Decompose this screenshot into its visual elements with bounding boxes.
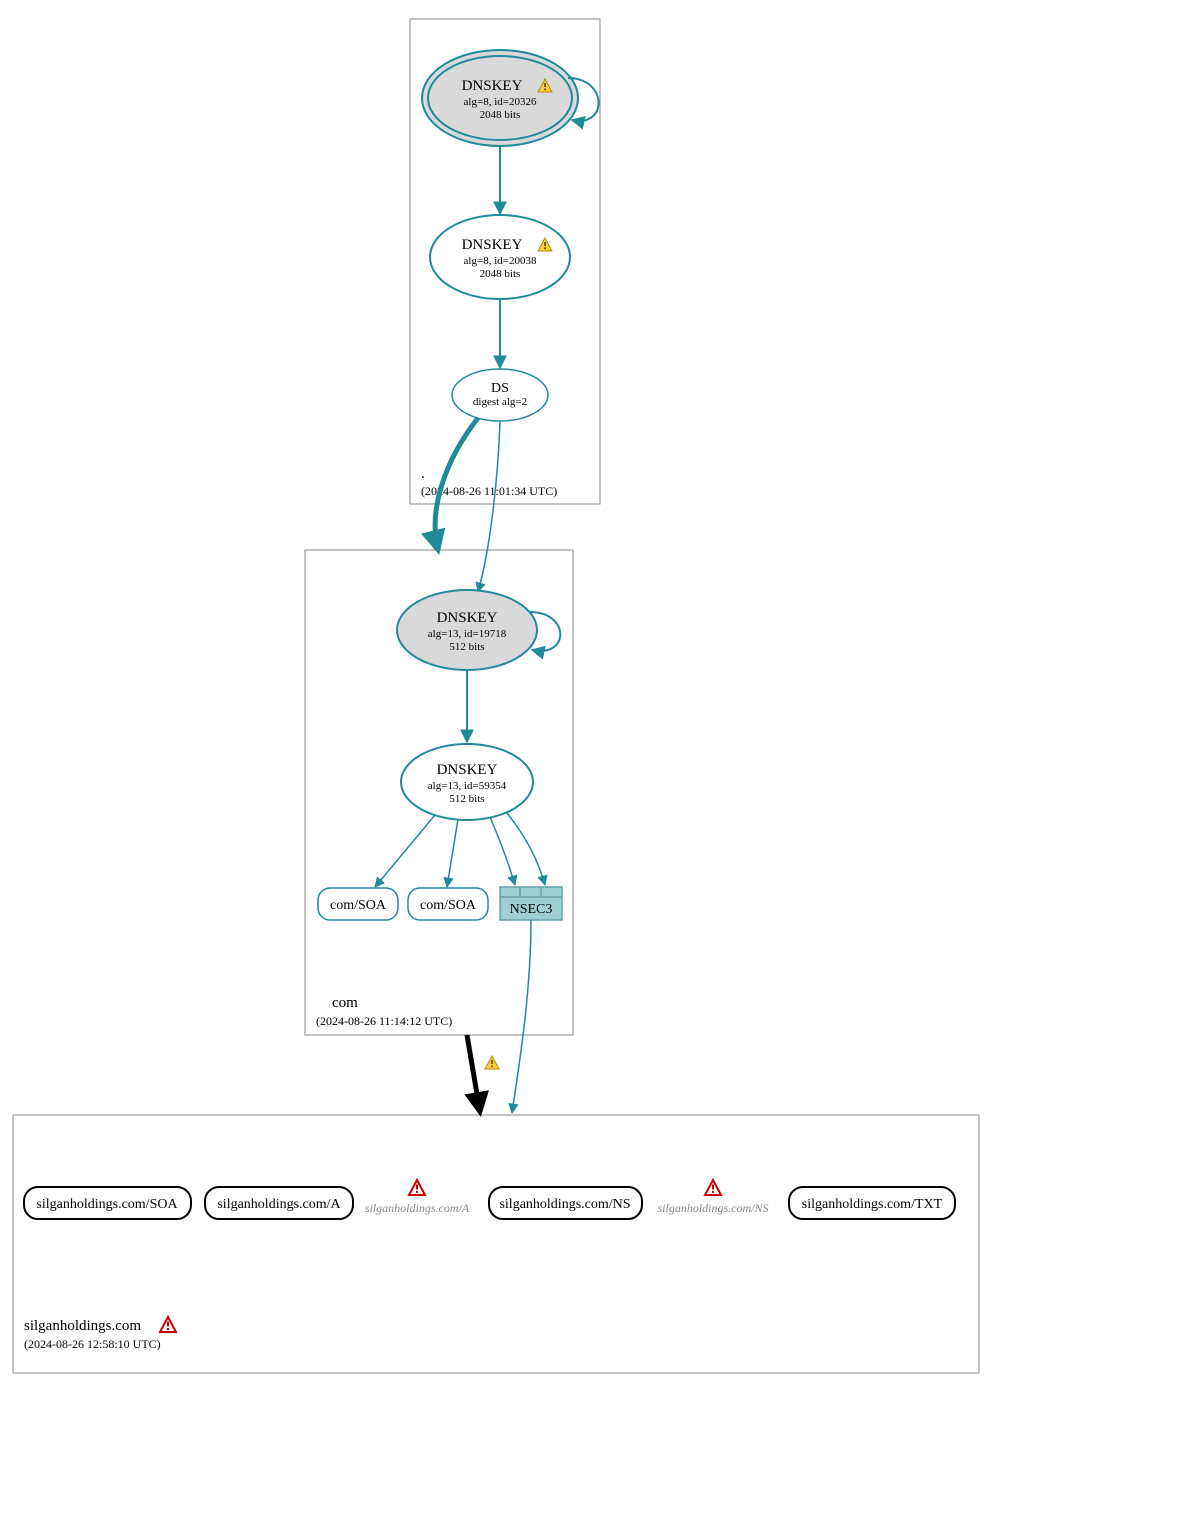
edge-com-zsk-to-soa1 xyxy=(375,815,435,887)
node-leaf-txt: silganholdings.com/TXT xyxy=(789,1187,955,1219)
svg-text:DNSKEY: DNSKEY xyxy=(437,762,498,778)
node-root-ds: DS digest alg=2 xyxy=(452,369,548,421)
edge-com-zsk-to-nsec3-a xyxy=(490,817,515,885)
svg-text:2048 bits: 2048 bits xyxy=(480,268,521,280)
zone-leaf-timestamp: (2024-08-26 12:58:10 UTC) xyxy=(24,1337,161,1351)
svg-text:512 bits: 512 bits xyxy=(449,641,484,653)
svg-text:silganholdings.com/NS: silganholdings.com/NS xyxy=(499,1197,630,1212)
edge-nsec3-to-leaf xyxy=(512,920,531,1113)
node-nsec3: NSEC3 xyxy=(500,887,562,920)
node-root-ksk: DNSKEY alg=8, id=20326 2048 bits xyxy=(422,50,578,146)
node-leaf-soa: silganholdings.com/SOA xyxy=(24,1187,191,1219)
zone-root-label: . xyxy=(421,466,425,482)
svg-text:2048 bits: 2048 bits xyxy=(480,109,521,121)
svg-text:silganholdings.com/SOA: silganholdings.com/SOA xyxy=(36,1197,178,1212)
svg-text:com/SOA: com/SOA xyxy=(420,898,477,913)
node-com-soa-1: com/SOA xyxy=(318,888,398,920)
svg-text:alg=8, id=20326: alg=8, id=20326 xyxy=(464,96,537,108)
svg-text:DS: DS xyxy=(491,381,509,396)
svg-text:silganholdings.com/NS: silganholdings.com/NS xyxy=(657,1201,768,1215)
svg-text:silganholdings.com/TXT: silganholdings.com/TXT xyxy=(802,1197,943,1212)
dnssec-diagram: . (2024-08-26 11:01:34 UTC) DNSKEY alg=8… xyxy=(0,0,1200,1522)
error-icon xyxy=(160,1317,176,1332)
error-icon xyxy=(409,1180,425,1195)
edge-com-zsk-to-soa2 xyxy=(447,819,458,887)
svg-text:NSEC3: NSEC3 xyxy=(510,902,553,917)
node-com-zsk: DNSKEY alg=13, id=59354 512 bits xyxy=(401,744,533,820)
svg-text:DNSKEY: DNSKEY xyxy=(437,610,498,626)
svg-text:silganholdings.com/A: silganholdings.com/A xyxy=(365,1201,470,1215)
edge-ds-to-com-ksk-thin xyxy=(478,421,500,592)
svg-text:digest alg=2: digest alg=2 xyxy=(473,396,527,408)
svg-text:alg=13, id=19718: alg=13, id=19718 xyxy=(428,628,507,640)
svg-text:alg=13, id=59354: alg=13, id=59354 xyxy=(428,780,507,792)
edge-com-to-leaf-insecure xyxy=(467,1035,480,1112)
zone-com-timestamp: (2024-08-26 11:14:12 UTC) xyxy=(316,1014,452,1028)
zone-com-label: com xyxy=(332,995,358,1011)
node-leaf-a: silganholdings.com/A xyxy=(205,1187,353,1219)
svg-text:alg=8, id=20038: alg=8, id=20038 xyxy=(464,255,537,267)
node-com-ksk: DNSKEY alg=13, id=19718 512 bits xyxy=(397,590,537,670)
svg-text:silganholdings.com/A: silganholdings.com/A xyxy=(217,1197,341,1212)
warning-icon xyxy=(485,1056,499,1069)
node-com-soa-2: com/SOA xyxy=(408,888,488,920)
svg-text:com/SOA: com/SOA xyxy=(330,898,387,913)
node-root-zsk: DNSKEY alg=8, id=20038 2048 bits xyxy=(430,215,570,299)
zone-leaf-label: silganholdings.com xyxy=(24,1318,141,1334)
error-icon xyxy=(705,1180,721,1195)
node-leaf-ns: silganholdings.com/NS xyxy=(489,1187,642,1219)
zone-leaf: silganholdings.com (2024-08-26 12:58:10 … xyxy=(13,1115,979,1373)
node-leaf-a-grey: silganholdings.com/A xyxy=(365,1180,470,1215)
svg-text:DNSKEY: DNSKEY xyxy=(462,237,523,253)
node-leaf-ns-grey: silganholdings.com/NS xyxy=(657,1180,768,1215)
svg-text:DNSKEY: DNSKEY xyxy=(462,78,523,94)
svg-text:512 bits: 512 bits xyxy=(449,793,484,805)
